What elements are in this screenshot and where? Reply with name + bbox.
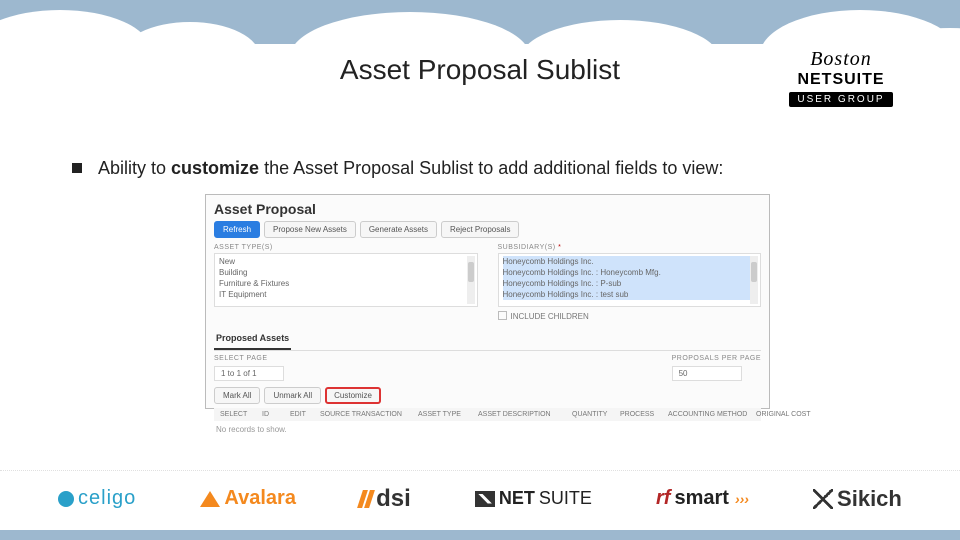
badge-usergroup-text: USER GROUP — [789, 92, 892, 107]
col-qty: QUANTITY — [568, 411, 616, 418]
mark-all-button[interactable]: Mark All — [214, 387, 260, 404]
scrollbar[interactable] — [750, 256, 758, 304]
logo-sikich: Sikich — [813, 486, 902, 512]
dsi-bars-icon — [360, 490, 372, 508]
scrollbar[interactable] — [467, 256, 475, 304]
col-assetdesc: ASSET DESCRIPTION — [474, 411, 568, 418]
panel-button-row: Refresh Propose New Assets Generate Asse… — [214, 221, 761, 238]
badge-netsuite-text: NETSUITE — [756, 71, 926, 89]
list-item[interactable]: New — [219, 256, 473, 267]
col-origcost: ORIGINAL COST — [752, 411, 820, 418]
col-source: SOURCE TRANSACTION — [316, 411, 414, 418]
list-item[interactable]: Honeycomb Holdings Inc. : test sub — [503, 289, 757, 300]
propose-new-assets-button[interactable]: Propose New Assets — [264, 221, 356, 238]
per-page-label: PROPOSALS PER PAGE — [672, 355, 761, 362]
logo-dsi: dsi — [360, 485, 411, 513]
col-edit: EDIT — [286, 411, 316, 418]
list-item[interactable]: Furniture & Fixtures — [219, 278, 473, 289]
asset-types-listbox[interactable]: New Building Furniture & Fixtures IT Equ… — [214, 253, 478, 307]
include-children-label: INCLUDE CHILDREN — [511, 312, 589, 321]
list-item[interactable]: Honeycomb Holdings Inc. — [503, 256, 757, 267]
decorative-top-band — [0, 0, 960, 44]
sublist-tabstrip: Proposed Assets — [214, 329, 761, 351]
per-page-dropdown[interactable]: 50 — [672, 366, 742, 381]
select-page-dropdown[interactable]: 1 to 1 of 1 — [214, 366, 284, 381]
logo-rfsmart: rfsmart››› — [656, 487, 749, 510]
bullet-square-icon — [72, 163, 82, 173]
include-children-checkbox[interactable] — [498, 311, 507, 320]
celigo-dot-icon — [58, 491, 74, 507]
col-assettype: ASSET TYPE — [414, 411, 474, 418]
boston-netsuite-badge: Boston NETSUITE USER GROUP — [756, 48, 926, 107]
rfsmart-signal-icon: ››› — [735, 491, 749, 507]
netsuite-mark-icon — [475, 491, 495, 507]
generate-assets-button[interactable]: Generate Assets — [360, 221, 437, 238]
asset-types-label: ASSET TYPE(S) — [214, 244, 478, 251]
unmark-all-button[interactable]: Unmark All — [264, 387, 321, 404]
list-item[interactable]: IT Equipment — [219, 289, 473, 300]
subsidiaries-label: SUBSIDIARY(S) * — [498, 244, 762, 251]
col-select: SELECT — [216, 411, 258, 418]
sublist-action-row: Mark All Unmark All Customize — [214, 387, 761, 404]
logo-netsuite: NETSUITE — [475, 488, 592, 509]
bullet-bold: customize — [171, 158, 259, 178]
refresh-button[interactable]: Refresh — [214, 221, 260, 238]
select-page-label: SELECT PAGE — [214, 355, 284, 362]
col-method: ACCOUNTING METHOD — [664, 411, 752, 418]
customize-button[interactable]: Customize — [325, 387, 381, 404]
avalara-triangle-icon — [200, 491, 220, 507]
badge-boston-text: Boston — [756, 48, 926, 71]
col-process: PROCESS — [616, 411, 664, 418]
panel-title: Asset Proposal — [214, 201, 761, 217]
reject-proposals-button[interactable]: Reject Proposals — [441, 221, 519, 238]
bullet-pre: Ability to — [98, 158, 171, 178]
sublist-header-row: SELECT ID EDIT SOURCE TRANSACTION ASSET … — [214, 408, 761, 421]
tab-proposed-assets[interactable]: Proposed Assets — [214, 329, 291, 350]
decorative-bottom-band — [0, 530, 960, 540]
asset-proposal-screenshot: Asset Proposal Refresh Propose New Asset… — [205, 194, 770, 409]
list-item[interactable]: Honeycomb Holdings Inc. : P-sub — [503, 278, 757, 289]
sponsor-footer: celigo Avalara dsi NETSUITE rfsmart››› S… — [0, 470, 960, 526]
logo-celigo: celigo — [58, 487, 136, 510]
no-records-text: No records to show. — [214, 421, 761, 438]
bullet-line: Ability to customize the Asset Proposal … — [72, 158, 900, 179]
subsidiaries-listbox[interactable]: Honeycomb Holdings Inc. Honeycomb Holdin… — [498, 253, 762, 307]
list-item[interactable]: Honeycomb Holdings Inc. : Honeycomb Mfg. — [503, 267, 757, 278]
logo-avalara: Avalara — [200, 487, 296, 510]
col-id: ID — [258, 411, 286, 418]
include-children-row: INCLUDE CHILDREN — [498, 311, 762, 321]
bullet-post: the Asset Proposal Sublist to add additi… — [259, 158, 723, 178]
list-item[interactable]: Building — [219, 267, 473, 278]
sikich-hex-icon — [813, 489, 833, 509]
